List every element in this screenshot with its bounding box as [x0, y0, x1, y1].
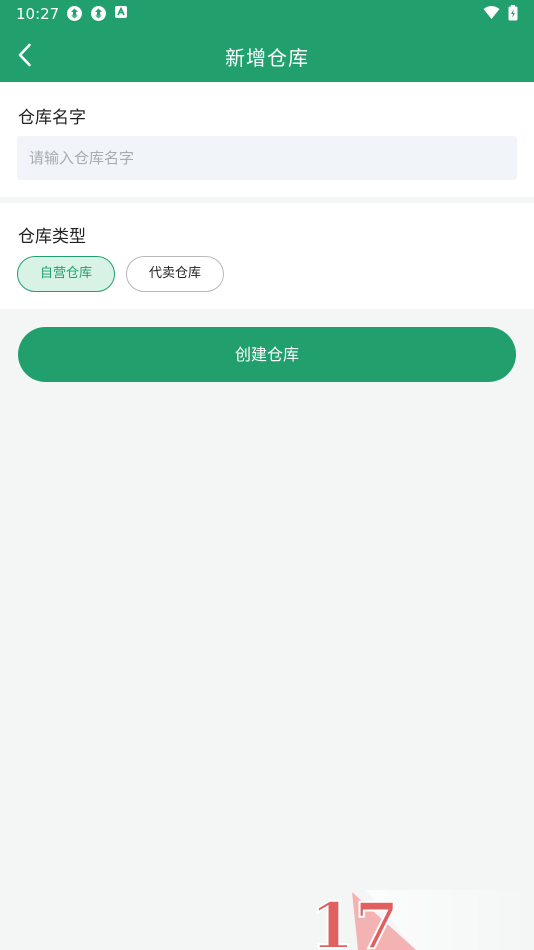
status-notification-icons	[66, 5, 128, 22]
warehouse-name-section: 仓库名字	[0, 82, 534, 197]
create-warehouse-button[interactable]: 创建仓库	[18, 327, 516, 382]
app-bar: 新增仓库	[0, 28, 534, 82]
status-system-icons	[483, 5, 518, 21]
svg-text:17: 17	[310, 889, 399, 950]
warehouse-type-label: 仓库类型	[18, 227, 86, 247]
page-title: 新增仓库	[225, 46, 309, 70]
warehouse-type-section: 仓库类型 自营仓库 代卖仓库	[0, 203, 534, 309]
type-option-consignment[interactable]: 代卖仓库	[126, 256, 224, 292]
battery-icon	[508, 5, 518, 21]
warehouse-name-label: 仓库名字	[18, 108, 86, 128]
status-time: 10:27	[16, 5, 60, 23]
wifi-icon	[483, 6, 500, 19]
android-icon	[115, 6, 127, 18]
status-bar: 10:27	[0, 0, 534, 28]
warehouse-name-input[interactable]	[17, 136, 517, 180]
sync-icon	[67, 6, 82, 21]
sync-icon	[91, 6, 106, 21]
watermark-logo: 17	[309, 888, 534, 950]
type-option-self-operated[interactable]: 自营仓库	[17, 256, 115, 292]
